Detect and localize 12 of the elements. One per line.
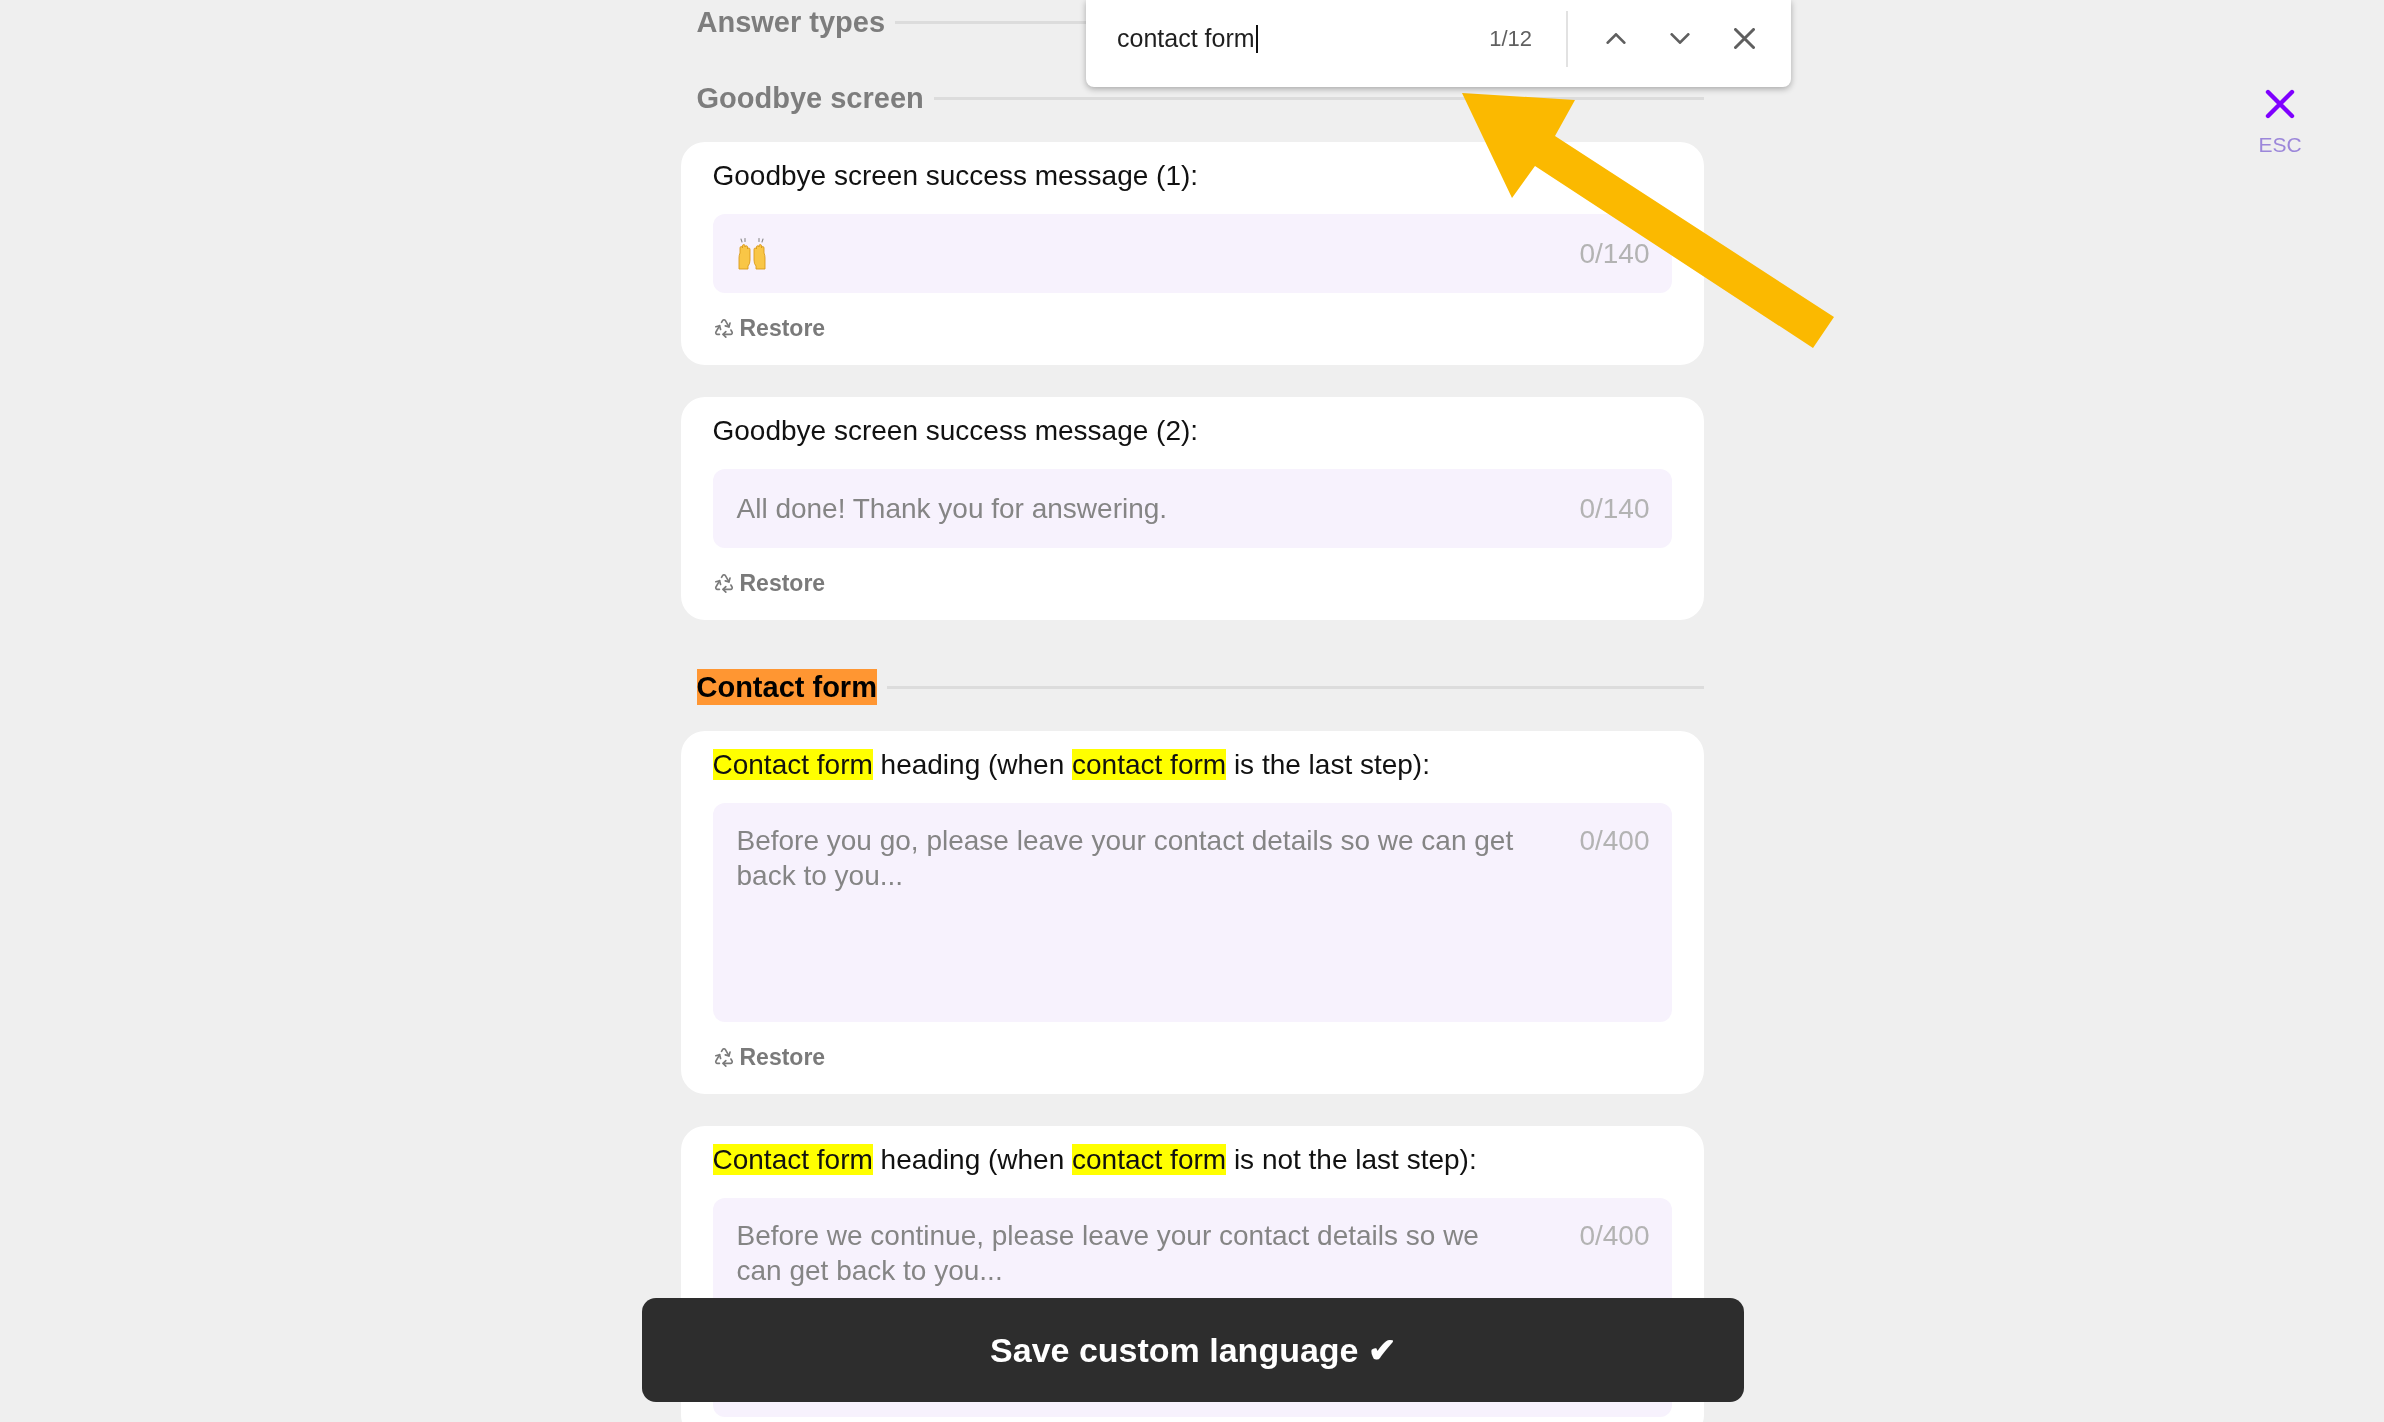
- section-heading: Answer types: [696, 5, 886, 40]
- character-counter: 0/400: [1579, 824, 1650, 858]
- character-counter: 0/140: [1579, 237, 1650, 271]
- section-heading: Contact form: [696, 669, 877, 705]
- field-label: Goodbye screen success message (2):: [712, 414, 1200, 448]
- character-counter: 0/400: [1579, 1219, 1650, 1253]
- field-label: Contact form heading (when contact form is not the last step):: [712, 1143, 1478, 1177]
- character-counter: 0/140: [1579, 492, 1650, 526]
- match-count: 1/12: [1489, 25, 1532, 52]
- field-label: Contact form heading (when contact form is the last step):: [712, 748, 1431, 782]
- section-heading: Goodbye screen: [696, 81, 924, 116]
- field-label: Goodbye screen success message (1):: [712, 159, 1200, 193]
